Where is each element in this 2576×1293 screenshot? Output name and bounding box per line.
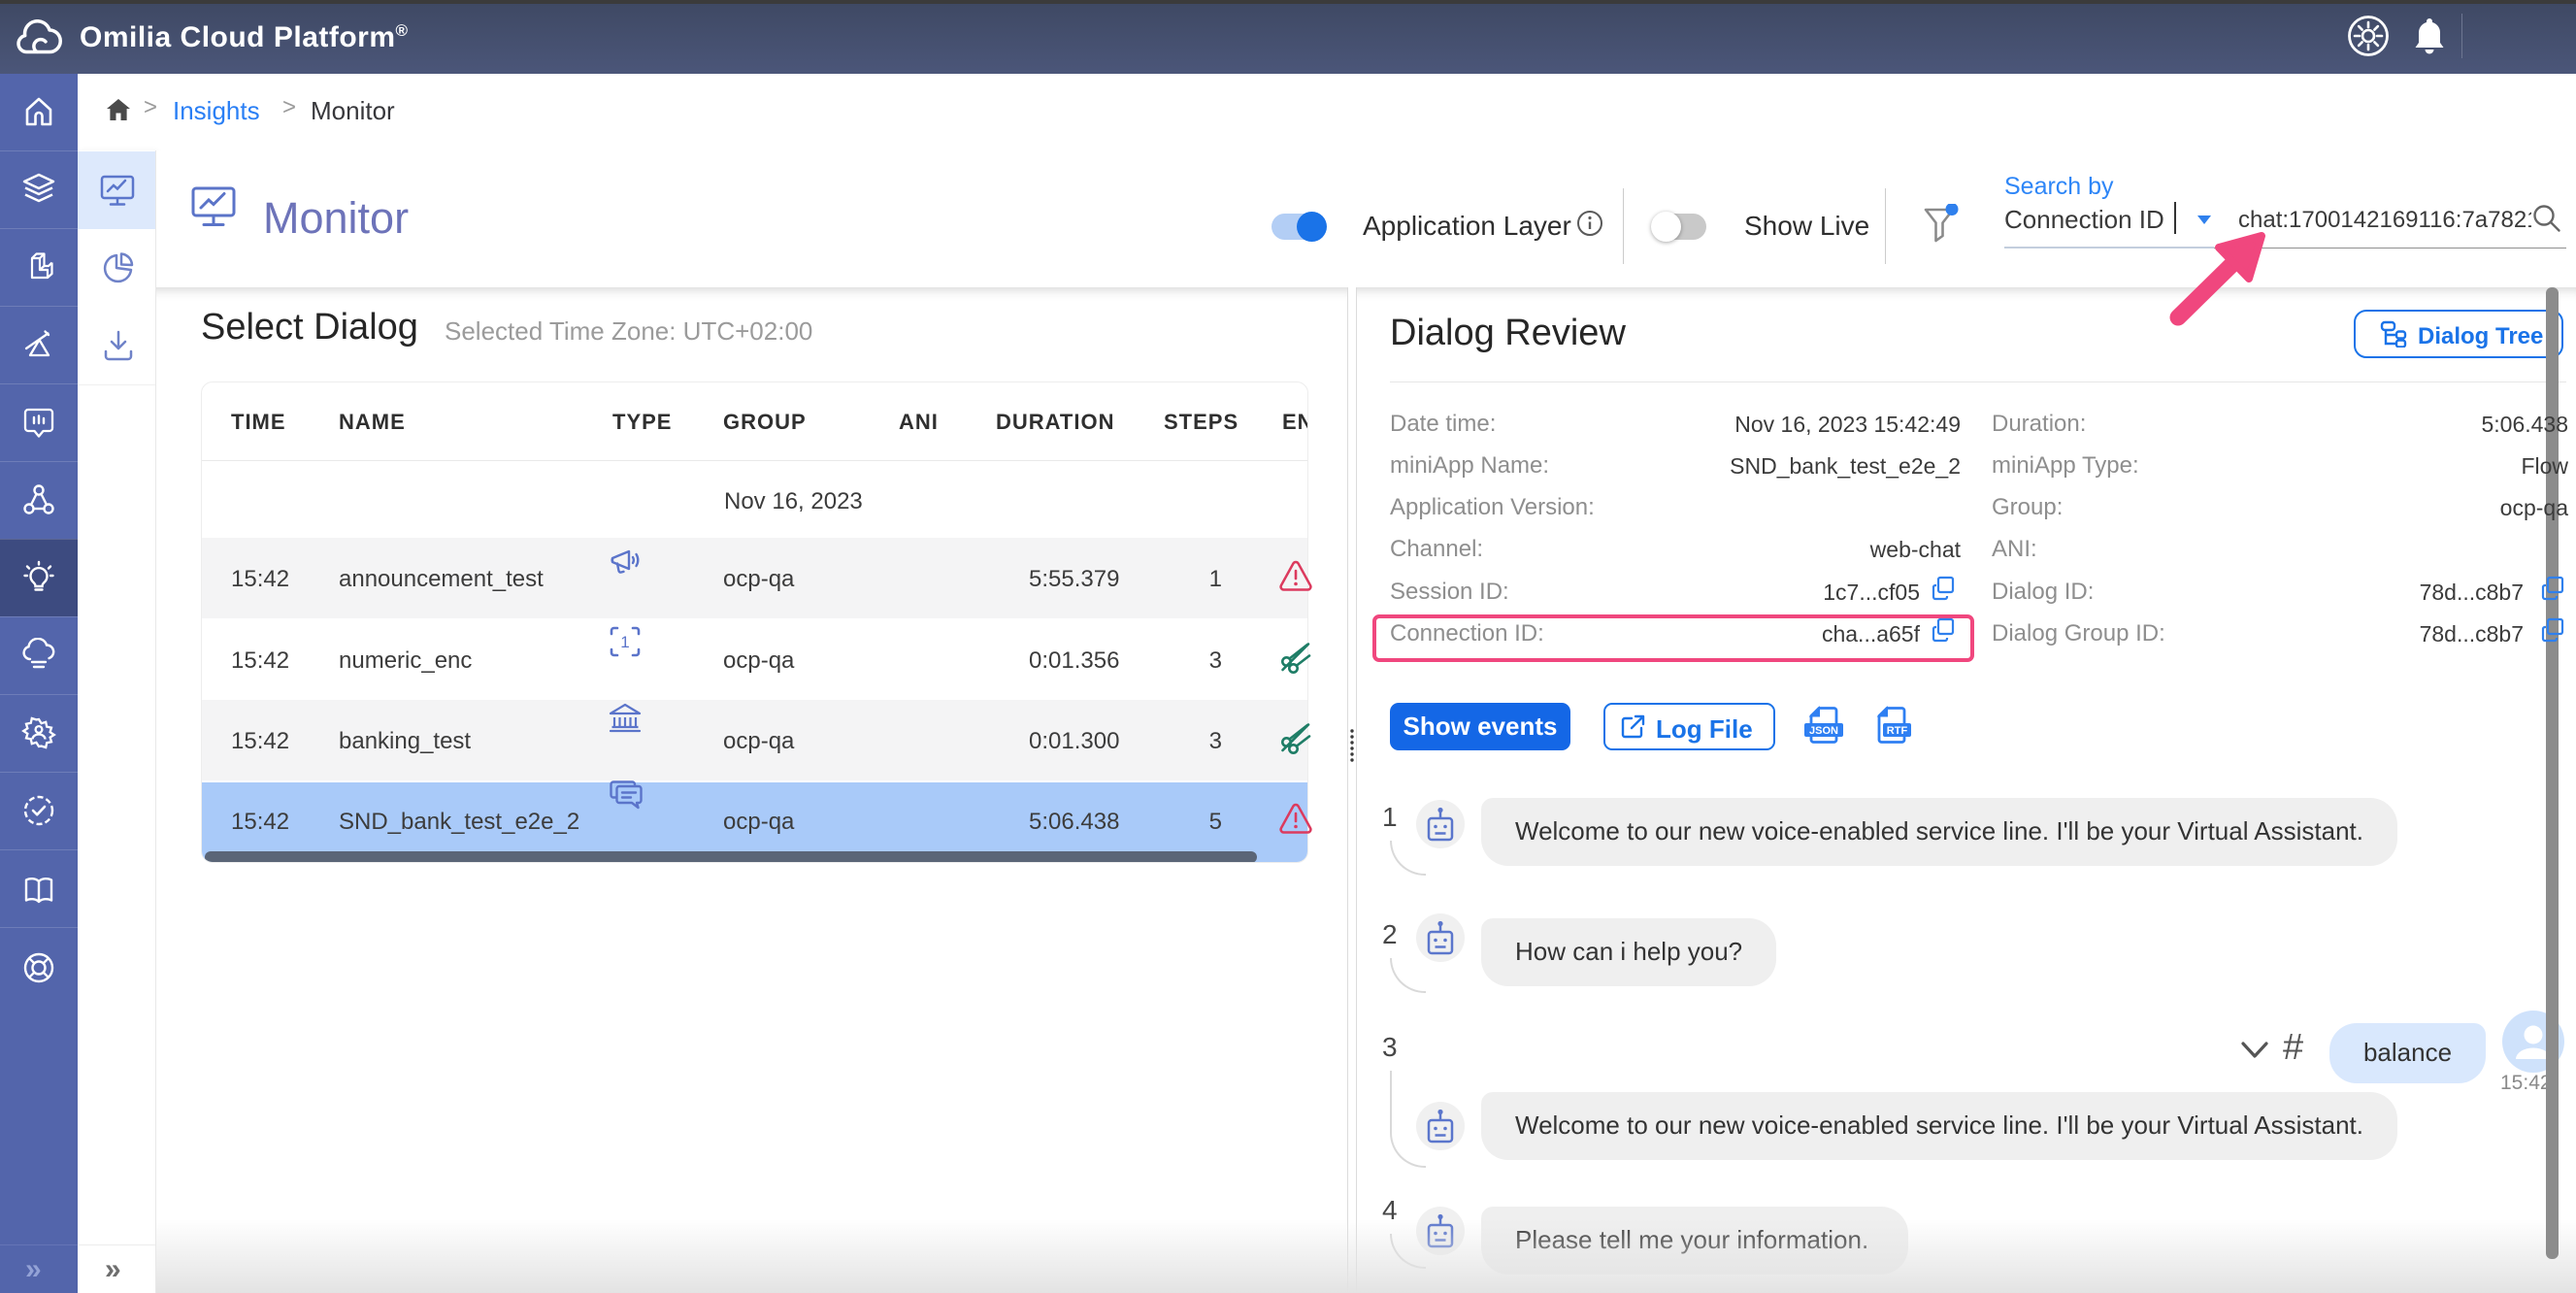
svg-text:RTF: RTF [1887,725,1908,737]
svg-text:JSON: JSON [1809,725,1838,737]
svg-text:1: 1 [620,633,629,651]
